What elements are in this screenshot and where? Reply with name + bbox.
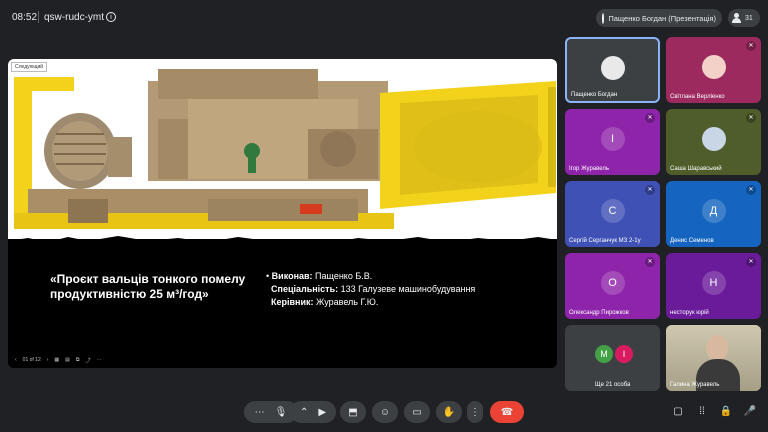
person-silhouette (706, 335, 728, 361)
presentation-controls: ‹ 01 of 12 › ▦ ▤ ⧉ ⤴ ⋯ (15, 355, 101, 365)
participant-name: Сергій Серганчук МЗ 2-1у (569, 238, 641, 244)
captions-button[interactable]: ▭ (404, 401, 430, 423)
more-icon[interactable]: ⋯ (96, 357, 101, 363)
chat-button[interactable]: ▢ (670, 403, 686, 419)
participant-name: Галина Журавель (670, 382, 720, 388)
muted-mic-icon: ✕ (645, 113, 655, 123)
participant-name: Ігор Журавель (569, 166, 610, 172)
participant-name: несторук юрій (670, 310, 709, 316)
host-controls-button[interactable]: 🔒 (718, 403, 734, 419)
top-bar: 08:52 qsw-rudc-ymt i Пащенко Богдан (Пре… (0, 0, 768, 34)
page-indicator: 01 of 12 (22, 357, 41, 363)
end-call-button[interactable]: ☎ (490, 401, 524, 423)
emoji-icon: ☺ (379, 406, 391, 418)
more-options-button[interactable]: ⋮ (467, 401, 483, 423)
participant-tile[interactable]: І ✕ Ігор Журавель (565, 109, 660, 175)
slide-title-text: «Проєкт вальців тонкого помелу продуктив… (50, 272, 246, 301)
presentation-stage[interactable]: Следующий «Проєкт вальців тонкого помелу… (8, 59, 557, 368)
emoji-button[interactable]: ☺ (372, 401, 398, 423)
participant-tile[interactable]: Галина Журавель (666, 325, 761, 391)
mic-status-button[interactable]: 🎤 (742, 403, 758, 419)
share-icon[interactable]: ⤴ (85, 357, 90, 364)
slide-title: «Проєкт вальців тонкого помелу продуктив… (50, 272, 250, 302)
slide-image-area: Следующий (8, 59, 557, 247)
muted-mic-icon: ✕ (645, 257, 655, 267)
info-line-supervisor: Керівник: Журавель Г.Ю. (271, 297, 379, 307)
muted-mic-icon: ✕ (746, 257, 756, 267)
info-line-specialty: Спеціальність: 133 Галузеве машинобудува… (271, 284, 476, 294)
participant-tile[interactable]: ✕ Світлана Верліенко (666, 37, 761, 103)
muted-mic-icon: ✕ (746, 185, 756, 195)
avatar (701, 127, 726, 152)
microphone-icon: 🎤 (743, 405, 757, 417)
chevron-up-icon[interactable]: ⌃ (300, 407, 308, 418)
participant-name: Денис Семенов (670, 238, 714, 244)
participant-tile[interactable]: С ✕ Сергій Серганчук МЗ 2-1у (565, 181, 660, 247)
participant-tile[interactable]: ✕ Саша Шаравський (666, 109, 761, 175)
chat-icon: ▢ (673, 405, 683, 417)
present-button[interactable]: ⬒ (340, 401, 366, 423)
phone-hangup-icon: ☎ (500, 406, 514, 418)
avatar (600, 55, 625, 80)
camera-group[interactable]: ⌃ ▶ (290, 401, 336, 423)
camera-icon[interactable]: ▶ (318, 407, 326, 418)
call-controls: ⋯ 🎙 ⌃ ▶ ⬒ ☺ ▭ ✋ ⋮ ☎ ▢ ⁞⁞ 🔒 🎤 (0, 397, 768, 432)
participant-tile[interactable]: О ✕ Олександр Пирожков (565, 253, 660, 319)
participant-tile[interactable]: Д ✕ Денис Семенов (666, 181, 761, 247)
prev-slide-icon[interactable]: ‹ (15, 357, 17, 363)
info-icon[interactable]: i (106, 12, 116, 22)
machine-image (14, 69, 556, 229)
avatar (701, 55, 726, 80)
hand-icon: ✋ (442, 406, 456, 418)
avatar-initial: Д (701, 199, 726, 224)
lock-person-icon: 🔒 (719, 405, 733, 417)
apps-icon: ⁞⁞ (699, 405, 705, 417)
participant-name: Ще 21 особа (595, 382, 631, 388)
more-audio-icon[interactable]: ⋯ (255, 407, 265, 418)
slide-info: • Виконав: Пащенко Б.В. Спеціальність: 1… (266, 270, 475, 309)
more-vert-icon: ⋮ (470, 406, 480, 418)
next-slide-icon[interactable]: › (47, 357, 49, 363)
clock: 08:52 (12, 12, 38, 23)
muted-mic-icon: ✕ (746, 113, 756, 123)
participant-name: Пащенко Богдан (571, 92, 618, 98)
participants-count: 31 (745, 14, 753, 22)
activities-button[interactable]: ⁞⁞ (694, 403, 710, 419)
people-icon (732, 13, 742, 23)
muted-mic-icon: ✕ (645, 185, 655, 195)
grid-view-icon[interactable]: ▦ (54, 357, 59, 363)
avatar: М (595, 345, 613, 363)
avatar-initial: О (600, 271, 625, 296)
participants-button[interactable]: 31 (728, 9, 760, 27)
captions-icon: ▭ (412, 406, 422, 418)
avatar-initial: С (600, 199, 625, 224)
meeting-code: qsw-rudc-ymt (44, 12, 105, 23)
info-line-author: • Виконав: Пащенко Б.В. (266, 271, 373, 281)
participant-name: Саша Шаравський (670, 166, 722, 172)
raise-hand-button[interactable]: ✋ (436, 401, 462, 423)
participant-tile[interactable]: Н ✕ несторук юрій (666, 253, 761, 319)
presenter-chip[interactable]: Пащенко Богдан (Презентація) (596, 9, 722, 27)
participant-name: Світлана Верліенко (670, 94, 725, 100)
avatar: І (615, 345, 633, 363)
presenter-label: Пащенко Богдан (Презентація) (608, 13, 716, 23)
notes-icon[interactable]: ▤ (65, 357, 70, 363)
avatar-initial: І (600, 127, 625, 152)
presenter-avatar (602, 12, 605, 24)
microphone-icon[interactable]: 🎙 (275, 407, 288, 418)
participant-name: Олександр Пирожков (569, 310, 629, 316)
present-icon: ⬒ (348, 406, 358, 418)
popout-icon[interactable]: ⧉ (76, 357, 80, 363)
participant-tile[interactable]: Пащенко Богдан (565, 37, 660, 103)
slide-corner-label: Следующий (11, 62, 48, 72)
others-avatars: МІ (595, 345, 633, 363)
avatar-initial: Н (701, 271, 726, 296)
muted-mic-icon: ✕ (746, 41, 756, 51)
participant-tile[interactable]: М І Ще 21 особа (565, 325, 660, 391)
divider (38, 11, 39, 23)
